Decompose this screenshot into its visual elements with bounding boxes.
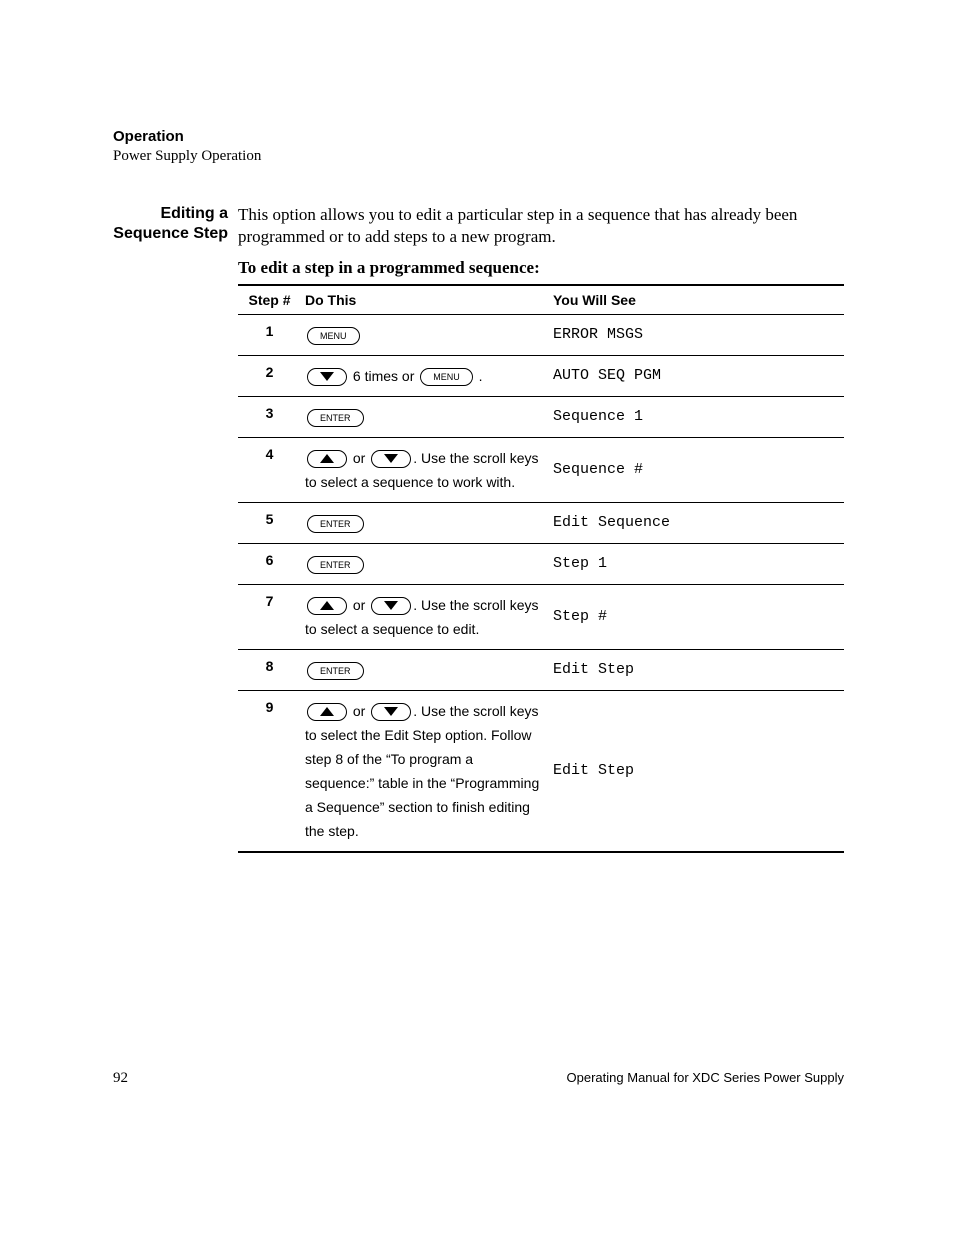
do-cell: MENU <box>301 314 549 355</box>
main-column: This option allows you to edit a particu… <box>238 204 844 853</box>
do-line: MENU <box>305 323 545 347</box>
enter-button-icon: ENTER <box>307 409 364 427</box>
table-row: 2 6 times or MENU . AUTO SEQ PGM <box>238 355 844 396</box>
see-cell: Edit Sequence <box>549 502 844 543</box>
table-row: 1 MENU ERROR MSGS <box>238 314 844 355</box>
page-header: Operation Power Supply Operation <box>113 128 844 166</box>
steps-table: Step # Do This You Will See 1 MENU <box>238 284 844 853</box>
do-text: or <box>349 450 369 466</box>
table-row: 3 ENTER Sequence 1 <box>238 396 844 437</box>
do-cell: 6 times or MENU . <box>301 355 549 396</box>
see-cell: AUTO SEQ PGM <box>549 355 844 396</box>
do-text: or <box>349 703 369 719</box>
do-text: . <box>475 368 483 384</box>
see-cell: ERROR MSGS <box>549 314 844 355</box>
do-cell: or . Use the scroll keys to select the E… <box>301 690 549 852</box>
do-line: ENTER <box>305 405 545 429</box>
do-cell: ENTER <box>301 396 549 437</box>
th-see: You Will See <box>549 285 844 315</box>
see-cell: Edit Step <box>549 690 844 852</box>
table-header-row: Step # Do This You Will See <box>238 285 844 315</box>
step-number: 6 <box>238 543 301 584</box>
do-cell: ENTER <box>301 649 549 690</box>
step-number: 9 <box>238 690 301 852</box>
up-arrow-icon <box>307 703 347 721</box>
th-step: Step # <box>238 285 301 315</box>
up-arrow-icon <box>307 450 347 468</box>
step-number: 2 <box>238 355 301 396</box>
up-arrow-icon <box>307 597 347 615</box>
step-number: 7 <box>238 584 301 649</box>
footer-doc-title: Operating Manual for XDC Series Power Su… <box>567 1070 844 1087</box>
do-line: ENTER <box>305 552 545 576</box>
intro-paragraph: This option allows you to edit a particu… <box>238 204 844 248</box>
do-text: . Use the scroll keys to select the Edit… <box>305 703 539 839</box>
do-line: ENTER <box>305 658 545 682</box>
do-cell: or . Use the scroll keys to select a seq… <box>301 584 549 649</box>
see-cell: Step 1 <box>549 543 844 584</box>
page-footer: 92 Operating Manual for XDC Series Power… <box>113 1070 844 1087</box>
do-text: or <box>349 597 369 613</box>
do-line: or . Use the scroll keys to select a seq… <box>305 593 545 641</box>
table-row: 9 or . Use the scroll keys to select the… <box>238 690 844 852</box>
see-cell: Step # <box>549 584 844 649</box>
table-row: 5 ENTER Edit Sequence <box>238 502 844 543</box>
down-arrow-icon <box>371 703 411 721</box>
menu-button-icon: MENU <box>420 368 473 386</box>
page: Operation Power Supply Operation Editing… <box>0 0 954 1235</box>
step-number: 5 <box>238 502 301 543</box>
do-cell: ENTER <box>301 502 549 543</box>
table-row: 6 ENTER Step 1 <box>238 543 844 584</box>
do-line: or . Use the scroll keys to select the E… <box>305 699 545 843</box>
sub-heading: To edit a step in a programmed sequence: <box>238 258 844 278</box>
do-line: ENTER <box>305 511 545 535</box>
enter-button-icon: ENTER <box>307 662 364 680</box>
do-cell: or . Use the scroll keys to select a seq… <box>301 437 549 502</box>
see-cell: Edit Step <box>549 649 844 690</box>
th-do: Do This <box>301 285 549 315</box>
page-number: 92 <box>113 1070 128 1087</box>
section-side-label: Editing a Sequence Step <box>113 204 238 244</box>
header-title: Operation <box>113 128 844 147</box>
step-number: 3 <box>238 396 301 437</box>
down-arrow-icon <box>371 597 411 615</box>
down-arrow-icon <box>307 368 347 386</box>
do-text: 6 times or <box>349 368 418 384</box>
step-number: 8 <box>238 649 301 690</box>
menu-button-icon: MENU <box>307 327 360 345</box>
step-number: 4 <box>238 437 301 502</box>
see-cell: Sequence # <box>549 437 844 502</box>
table-row: 7 or . Use the scroll keys to select a s… <box>238 584 844 649</box>
do-cell: ENTER <box>301 543 549 584</box>
enter-button-icon: ENTER <box>307 556 364 574</box>
do-line: 6 times or MENU . <box>305 364 545 388</box>
see-cell: Sequence 1 <box>549 396 844 437</box>
enter-button-icon: ENTER <box>307 515 364 533</box>
header-subtitle: Power Supply Operation <box>113 147 844 166</box>
down-arrow-icon <box>371 450 411 468</box>
table-row: 4 or . Use the scroll keys to select a s… <box>238 437 844 502</box>
table-row: 8 ENTER Edit Step <box>238 649 844 690</box>
step-number: 1 <box>238 314 301 355</box>
do-line: or . Use the scroll keys to select a seq… <box>305 446 545 494</box>
body-block: Editing a Sequence Step This option allo… <box>113 204 844 853</box>
